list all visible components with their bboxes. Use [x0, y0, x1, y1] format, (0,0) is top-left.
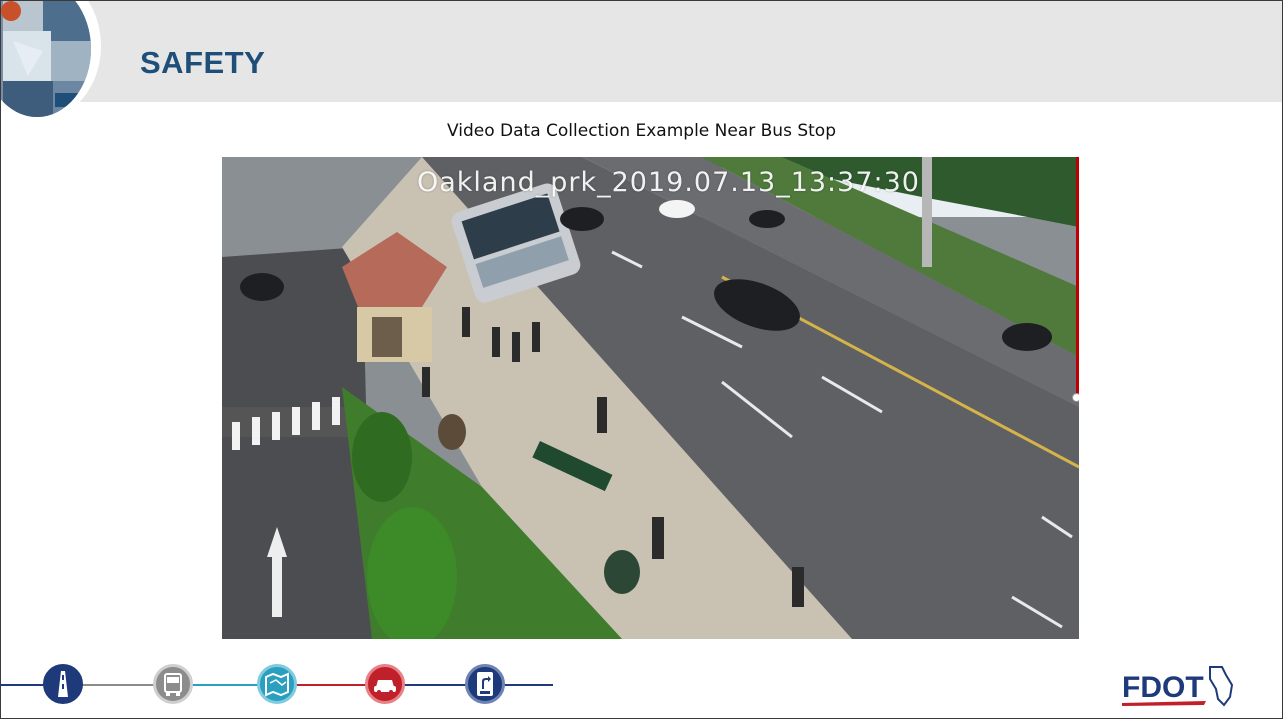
video-scene — [222, 157, 1079, 639]
resize-handle[interactable] — [1072, 393, 1079, 402]
video-timestamp-overlay: Oakland_prk_2019.07.13_13:37:30 — [417, 167, 920, 198]
video-edge-marker — [1076, 157, 1079, 397]
highway-icon — [43, 664, 83, 704]
car-icon — [365, 664, 405, 704]
slide-subtitle: Video Data Collection Example Near Bus S… — [446, 121, 836, 141]
fdot-logo: FDOT — [1118, 661, 1238, 711]
turn-only-sign-icon — [465, 664, 505, 704]
slide: SAFETY Video Data Collection Example Nea… — [0, 0, 1283, 719]
svg-text:FDOT: FDOT — [1122, 671, 1204, 704]
map-icon — [257, 664, 297, 704]
truck-icon — [153, 664, 193, 704]
slide-title: SAFETY — [140, 45, 266, 80]
video-frame[interactable]: Oakland_prk_2019.07.13_13:37:30 — [222, 157, 1079, 639]
